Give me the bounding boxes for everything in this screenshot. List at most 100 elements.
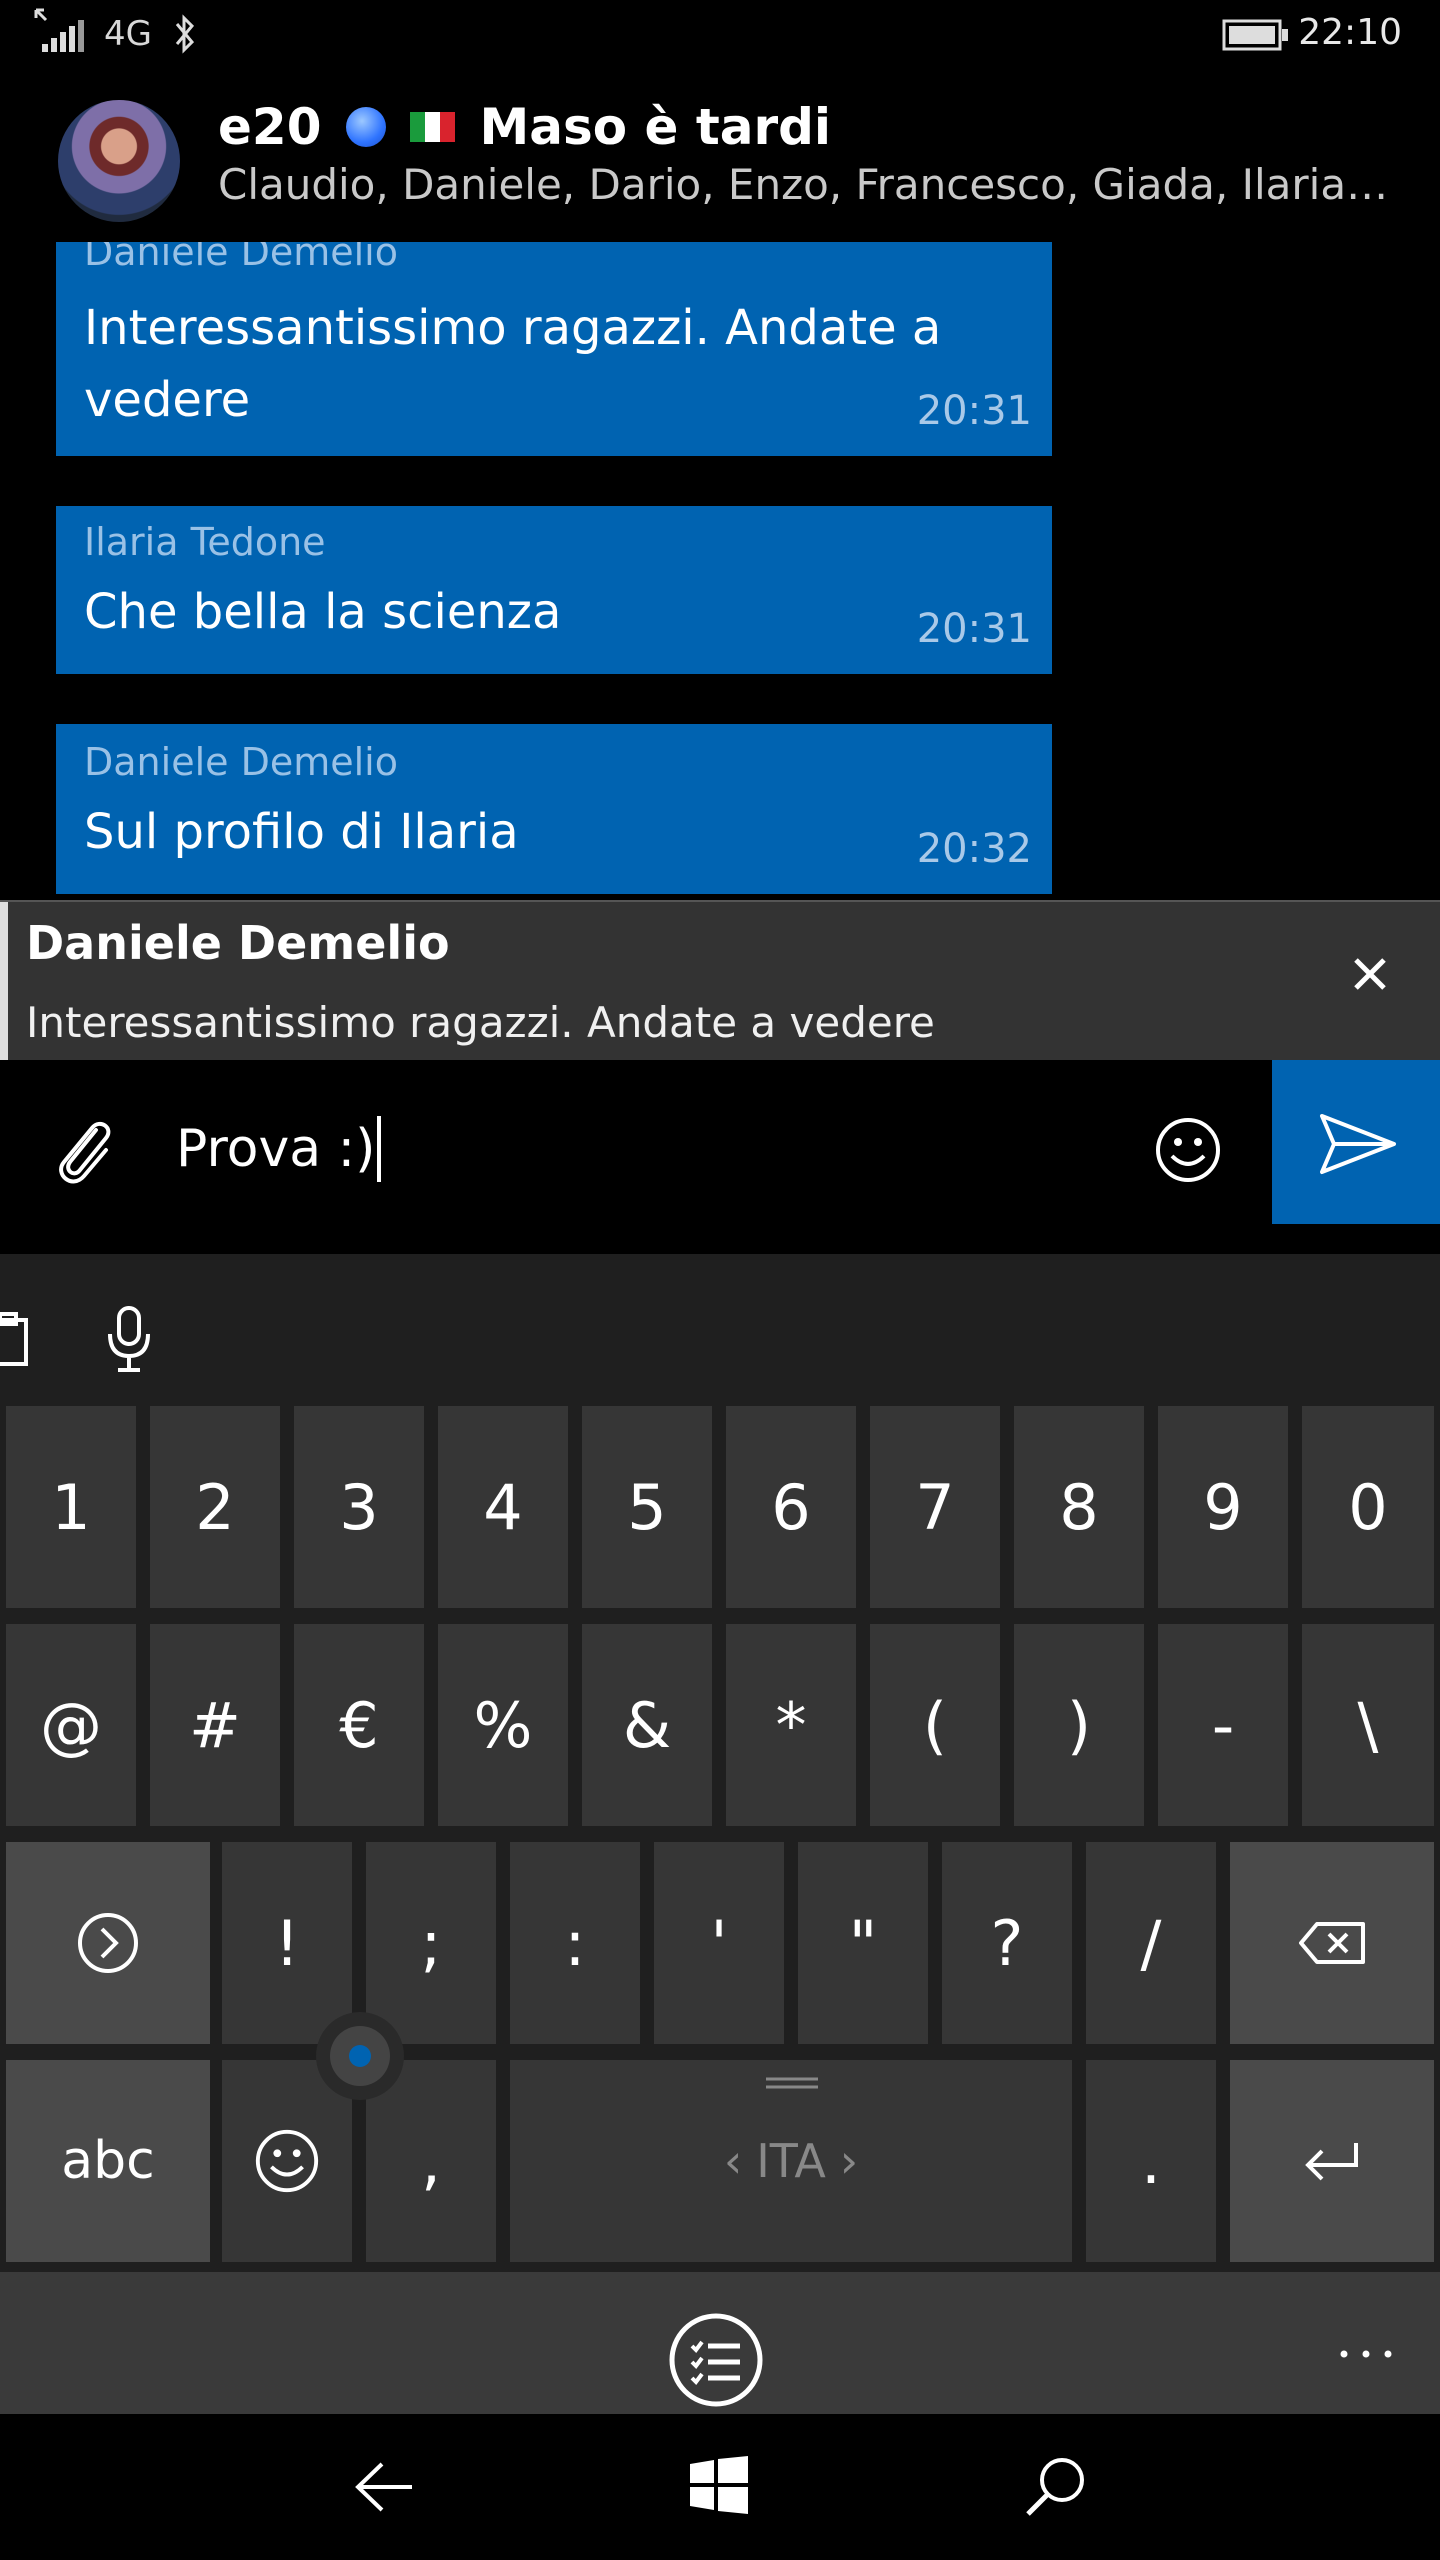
key-close-paren[interactable]: ): [1014, 1624, 1144, 1826]
key-open-paren[interactable]: (: [870, 1624, 1000, 1826]
key-7[interactable]: 7: [870, 1406, 1000, 1608]
on-screen-keyboard: 1 2 3 4 5 6 7 8 9 0 @ # € % & * ( ) - \ …: [0, 1254, 1440, 2414]
key-quote[interactable]: ": [798, 1842, 928, 2044]
back-icon[interactable]: [352, 2458, 416, 2516]
key-2[interactable]: 2: [150, 1406, 280, 1608]
key-label: *: [775, 1688, 807, 1762]
key-asterisk[interactable]: *: [726, 1624, 856, 1826]
key-3[interactable]: 3: [294, 1406, 424, 1608]
key-label: 6: [771, 1470, 811, 1544]
message-sender: Ilaria Tedone: [84, 520, 326, 564]
text-caret: [377, 1116, 382, 1182]
key-semicolon[interactable]: ;: [366, 1842, 496, 2044]
key-exclamation[interactable]: !: [222, 1842, 352, 2044]
group-avatar[interactable]: [58, 100, 180, 222]
key-0[interactable]: 0: [1302, 1406, 1434, 1608]
emoji-key-icon: [255, 2129, 319, 2193]
key-label: €: [339, 1688, 379, 1762]
key-label: :: [564, 1906, 586, 1980]
key-label: 9: [1203, 1470, 1243, 1544]
enter-key[interactable]: [1230, 2060, 1434, 2262]
key-9[interactable]: 9: [1158, 1406, 1288, 1608]
chat-members: Claudio, Daniele, Dario, Enzo, Francesco…: [218, 160, 1390, 209]
key-apostrophe[interactable]: ': [654, 1842, 784, 2044]
key-euro[interactable]: €: [294, 1624, 424, 1826]
drag-handle-icon: [766, 2077, 818, 2089]
message-bubble[interactable]: Daniele Demelio Sul profilo di Ilaria 20…: [56, 724, 1052, 894]
key-label: (: [922, 1688, 948, 1762]
network-type: 4G: [104, 14, 152, 54]
message-list[interactable]: Daniele Demelio Interessantissimo ragazz…: [0, 242, 1440, 900]
italy-flag-emoji: [409, 112, 456, 142]
key-backslash[interactable]: \: [1302, 1624, 1434, 1826]
key-4[interactable]: 4: [438, 1406, 568, 1608]
key-5[interactable]: 5: [582, 1406, 712, 1608]
chat-title: e20 Maso è tardi: [218, 98, 831, 156]
space-key[interactable]: ‹ ITA ›: [510, 2060, 1072, 2262]
key-question[interactable]: ?: [942, 1842, 1072, 2044]
message-time: 20:31: [916, 606, 1032, 652]
key-label: abc: [61, 2131, 155, 2191]
key-hash[interactable]: #: [150, 1624, 280, 1826]
emoji-icon[interactable]: [1152, 1114, 1224, 1186]
clipboard-icon[interactable]: [0, 1312, 30, 1368]
enter-icon: [1305, 2143, 1358, 2181]
space-prev-lang-icon: ‹: [723, 2134, 743, 2188]
symbols-toggle-key[interactable]: [6, 1842, 210, 2044]
key-percent[interactable]: %: [438, 1624, 568, 1826]
key-1[interactable]: 1: [6, 1406, 136, 1608]
message-time: 20:31: [916, 388, 1032, 434]
key-label: ;: [420, 1906, 442, 1980]
key-label: 2: [195, 1470, 235, 1544]
navigation-bar: [0, 2414, 1440, 2560]
key-8[interactable]: 8: [1014, 1406, 1144, 1608]
search-icon[interactable]: [1022, 2454, 1088, 2520]
key-label: 8: [1059, 1470, 1099, 1544]
abc-key[interactable]: abc: [6, 2060, 210, 2262]
microphone-icon[interactable]: [104, 1304, 154, 1374]
key-label: ?: [990, 1906, 1024, 1980]
close-icon[interactable]: [1346, 950, 1394, 998]
reply-preview[interactable]: Daniele Demelio Interessantissimo ragazz…: [0, 900, 1440, 1064]
send-icon: [1320, 1114, 1396, 1174]
key-colon[interactable]: :: [510, 1842, 640, 2044]
menu-list-icon[interactable]: [668, 2312, 764, 2408]
key-slash[interactable]: /: [1086, 1842, 1216, 2044]
key-ampersand[interactable]: &: [582, 1624, 712, 1826]
period-key[interactable]: .: [1086, 2060, 1216, 2262]
message-bubble[interactable]: Ilaria Tedone Che bella la scienza 20:31: [56, 506, 1052, 674]
key-label: %: [473, 1688, 533, 1762]
key-label: &: [622, 1688, 672, 1762]
key-label: ): [1066, 1688, 1092, 1762]
key-at[interactable]: @: [6, 1624, 136, 1826]
backspace-key[interactable]: [1230, 1842, 1434, 2044]
blue-circle-emoji: [345, 107, 386, 147]
space-language-label: ITA: [756, 2134, 826, 2188]
key-label: 4: [483, 1470, 523, 1544]
windows-icon[interactable]: [690, 2456, 748, 2514]
message-sender: Daniele Demelio: [84, 242, 398, 274]
space-next-lang-icon: ›: [839, 2134, 859, 2188]
key-label: @: [40, 1688, 102, 1762]
message-sender: Daniele Demelio: [84, 740, 398, 784]
attach-icon[interactable]: [48, 1110, 118, 1190]
cursor-control-nub[interactable]: [316, 2012, 404, 2100]
chat-title-text: Maso è tardi: [479, 98, 832, 156]
chat-name: e20: [218, 98, 322, 156]
signal-icon: [34, 8, 84, 52]
message-bubble[interactable]: Daniele Demelio Interessantissimo ragazz…: [56, 242, 1052, 456]
key-label: 0: [1348, 1470, 1388, 1544]
more-icon[interactable]: [1338, 2348, 1394, 2360]
message-text: Sul profilo di Ilaria: [84, 804, 519, 860]
key-label: #: [189, 1688, 241, 1762]
message-input-value: Prova :): [176, 1119, 376, 1179]
message-input[interactable]: Prova :): [176, 1116, 382, 1182]
key-label: /: [1140, 1906, 1162, 1980]
chat-header[interactable]: e20 Maso è tardi Claudio, Daniele, Dario…: [0, 72, 1440, 242]
send-button[interactable]: [1272, 1060, 1440, 1224]
keyboard-bottom-bar: [0, 2272, 1440, 2414]
key-6[interactable]: 6: [726, 1406, 856, 1608]
key-label: 3: [339, 1470, 379, 1544]
message-text: Interessantissimo ragazzi. Andate a vede…: [84, 300, 942, 428]
key-hyphen[interactable]: -: [1158, 1624, 1288, 1826]
